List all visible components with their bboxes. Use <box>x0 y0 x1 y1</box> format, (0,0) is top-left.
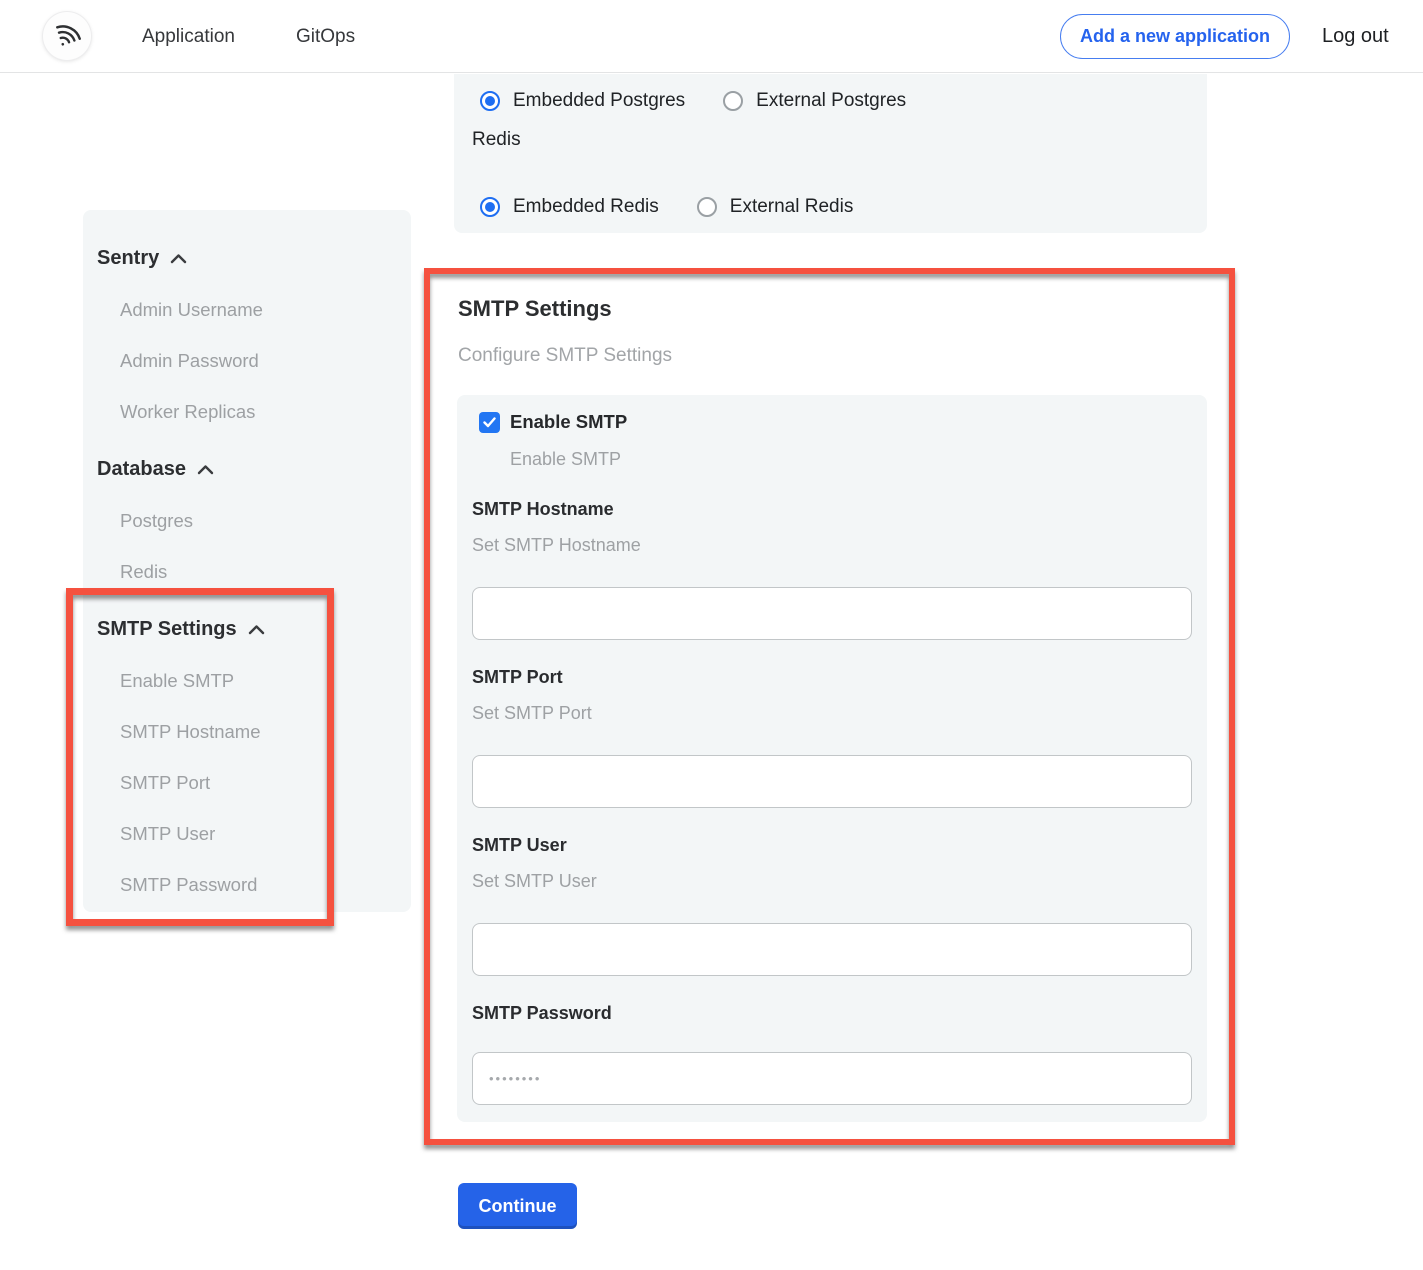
smtp-user-label: SMTP User <box>472 835 567 856</box>
smtp-password-input[interactable] <box>472 1052 1192 1105</box>
sidebar-section-sentry-label: Sentry <box>97 247 159 270</box>
sidebar-item-admin-username[interactable]: Admin Username <box>120 299 411 321</box>
logout-link[interactable]: Log out <box>1322 0 1389 73</box>
chevron-up-icon <box>170 253 187 264</box>
config-sidebar: Sentry Admin Username Admin Password Wor… <box>83 210 411 912</box>
nav-item-gitops[interactable]: GitOps <box>296 0 355 73</box>
sidebar-item-worker-replicas[interactable]: Worker Replicas <box>120 401 411 423</box>
embedded-redis-radio[interactable] <box>480 197 500 217</box>
smtp-port-input[interactable] <box>472 755 1192 808</box>
top-navbar: Application GitOps Add a new application… <box>0 0 1423 73</box>
check-icon <box>483 417 496 428</box>
sidebar-item-postgres[interactable]: Postgres <box>120 510 411 532</box>
sentry-logo-icon <box>43 12 91 60</box>
enable-smtp-checkbox[interactable] <box>479 412 500 433</box>
smtp-settings-subtitle: Configure SMTP Settings <box>458 345 672 367</box>
sidebar-section-smtp-settings[interactable]: SMTP Settings <box>97 617 411 641</box>
smtp-settings-title: SMTP Settings <box>458 296 612 322</box>
smtp-hostname-input[interactable] <box>472 587 1192 640</box>
embedded-postgres-label: Embedded Postgres <box>513 90 685 112</box>
sidebar-section-database[interactable]: Database <box>97 457 411 481</box>
external-redis-radio[interactable] <box>697 197 717 217</box>
redis-radio-row: Embedded Redis External Redis <box>480 196 853 218</box>
smtp-password-label: SMTP Password <box>472 1003 612 1024</box>
database-config-panel: Embedded Postgres External Postgres Redi… <box>454 74 1207 233</box>
smtp-user-helper: Set SMTP User <box>472 871 597 892</box>
add-new-application-button[interactable]: Add a new application <box>1060 14 1290 59</box>
embedded-redis-label: Embedded Redis <box>513 196 659 218</box>
sidebar-item-enable-smtp[interactable]: Enable SMTP <box>120 670 411 692</box>
sidebar-section-smtp-label: SMTP Settings <box>97 618 237 641</box>
smtp-port-label: SMTP Port <box>472 667 563 688</box>
smtp-hostname-helper: Set SMTP Hostname <box>472 535 641 556</box>
sidebar-item-redis[interactable]: Redis <box>120 561 411 583</box>
redis-group-label: Redis <box>472 129 521 151</box>
external-postgres-label: External Postgres <box>756 90 906 112</box>
chevron-up-icon <box>197 464 214 475</box>
smtp-settings-form-panel: Enable SMTP Enable SMTP SMTP Hostname Se… <box>457 395 1207 1122</box>
enable-smtp-helper-text: Enable SMTP <box>510 449 621 470</box>
sidebar-item-smtp-port[interactable]: SMTP Port <box>120 772 411 794</box>
smtp-hostname-label: SMTP Hostname <box>472 499 614 520</box>
chevron-up-icon <box>248 624 265 635</box>
sidebar-item-smtp-user[interactable]: SMTP User <box>120 823 411 845</box>
sidebar-item-smtp-hostname[interactable]: SMTP Hostname <box>120 721 411 743</box>
external-postgres-radio[interactable] <box>723 91 743 111</box>
enable-smtp-checkbox-label[interactable]: Enable SMTP <box>510 411 627 433</box>
smtp-user-input[interactable] <box>472 923 1192 976</box>
postgres-radio-row: Embedded Postgres External Postgres <box>480 90 906 112</box>
sidebar-section-sentry[interactable]: Sentry <box>97 246 411 270</box>
sidebar-item-smtp-password[interactable]: SMTP Password <box>120 874 411 896</box>
embedded-postgres-radio[interactable] <box>480 91 500 111</box>
external-redis-label: External Redis <box>730 196 854 218</box>
nav-item-application[interactable]: Application <box>142 0 235 73</box>
sidebar-item-admin-password[interactable]: Admin Password <box>120 350 411 372</box>
sidebar-section-database-label: Database <box>97 458 186 481</box>
smtp-port-helper: Set SMTP Port <box>472 703 592 724</box>
continue-button[interactable]: Continue <box>458 1183 577 1229</box>
